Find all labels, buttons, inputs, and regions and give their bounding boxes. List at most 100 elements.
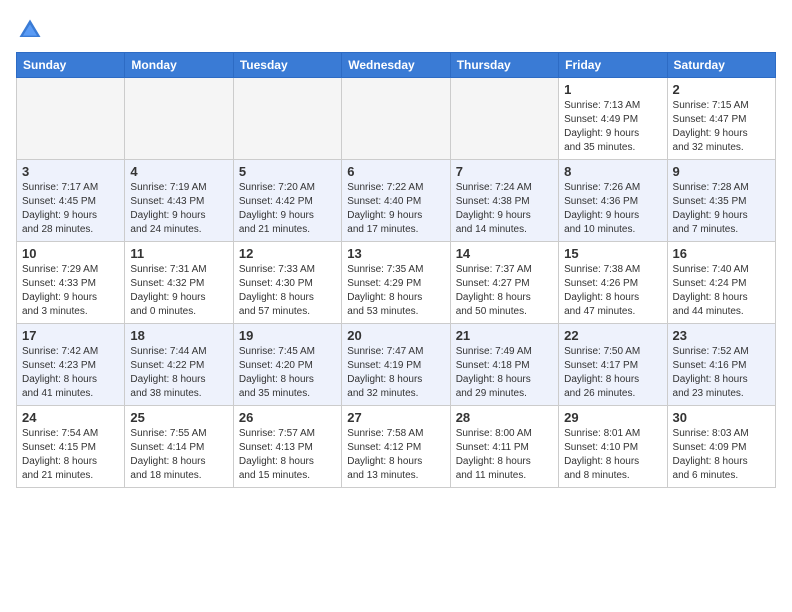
day-number: 11 bbox=[130, 246, 227, 261]
calendar-cell: 1 Sunrise: 7:13 AM Sunset: 4:49 PM Daylig… bbox=[559, 78, 667, 160]
day-info: Sunrise: 7:17 AM Sunset: 4:45 PM Dayligh… bbox=[22, 181, 119, 237]
weekday-header-tuesday: Tuesday bbox=[233, 53, 341, 78]
calendar-cell: 12 Sunrise: 7:33 AM Sunset: 4:30 PM Dayli… bbox=[233, 242, 341, 324]
calendar-week-row: 17Sunrise: 7:42 AM Sunset: 4:23 PM Dayli… bbox=[17, 324, 776, 406]
calendar-cell bbox=[450, 78, 558, 160]
day-info: Sunrise: 7:55 AM Sunset: 4:14 PM Dayligh… bbox=[130, 427, 227, 483]
calendar-cell: 6 Sunrise: 7:22 AM Sunset: 4:40 PM Daylig… bbox=[342, 160, 450, 242]
calendar-cell: 23 Sunrise: 7:52 AM Sunset: 4:16 PM Dayli… bbox=[667, 324, 775, 406]
day-info: Sunrise: 7:26 AM Sunset: 4:36 PM Dayligh… bbox=[564, 181, 661, 237]
calendar-cell: 2 Sunrise: 7:15 AM Sunset: 4:47 PM Daylig… bbox=[667, 78, 775, 160]
day-info: Sunrise: 7:38 AM Sunset: 4:26 PM Dayligh… bbox=[564, 263, 661, 319]
day-number: 18 bbox=[130, 328, 227, 343]
calendar-week-row: 24Sunrise: 7:54 AM Sunset: 4:15 PM Dayli… bbox=[17, 406, 776, 488]
calendar-cell: 17Sunrise: 7:42 AM Sunset: 4:23 PM Dayli… bbox=[17, 324, 125, 406]
calendar-cell: 24Sunrise: 7:54 AM Sunset: 4:15 PM Dayli… bbox=[17, 406, 125, 488]
weekday-header-sunday: Sunday bbox=[17, 53, 125, 78]
calendar-cell: 8 Sunrise: 7:26 AM Sunset: 4:36 PM Daylig… bbox=[559, 160, 667, 242]
day-info: Sunrise: 7:29 AM Sunset: 4:33 PM Dayligh… bbox=[22, 263, 119, 319]
day-info: Sunrise: 7:50 AM Sunset: 4:17 PM Dayligh… bbox=[564, 345, 661, 401]
weekday-header-monday: Monday bbox=[125, 53, 233, 78]
day-info: Sunrise: 7:58 AM Sunset: 4:12 PM Dayligh… bbox=[347, 427, 444, 483]
calendar-cell: 19Sunrise: 7:45 AM Sunset: 4:20 PM Dayli… bbox=[233, 324, 341, 406]
calendar-cell: 18 Sunrise: 7:44 AM Sunset: 4:22 PM Dayli… bbox=[125, 324, 233, 406]
calendar-table: SundayMondayTuesdayWednesdayThursdayFrid… bbox=[16, 52, 776, 488]
weekday-header-thursday: Thursday bbox=[450, 53, 558, 78]
day-number: 21 bbox=[456, 328, 553, 343]
day-number: 4 bbox=[130, 164, 227, 179]
day-number: 23 bbox=[673, 328, 770, 343]
day-number: 8 bbox=[564, 164, 661, 179]
day-info: Sunrise: 7:44 AM Sunset: 4:22 PM Dayligh… bbox=[130, 345, 227, 401]
day-number: 16 bbox=[673, 246, 770, 261]
day-info: Sunrise: 7:20 AM Sunset: 4:42 PM Dayligh… bbox=[239, 181, 336, 237]
calendar-cell: 29 Sunrise: 8:01 AM Sunset: 4:10 PM Dayli… bbox=[559, 406, 667, 488]
weekday-header-saturday: Saturday bbox=[667, 53, 775, 78]
day-info: Sunrise: 7:57 AM Sunset: 4:13 PM Dayligh… bbox=[239, 427, 336, 483]
day-info: Sunrise: 7:28 AM Sunset: 4:35 PM Dayligh… bbox=[673, 181, 770, 237]
day-info: Sunrise: 8:00 AM Sunset: 4:11 PM Dayligh… bbox=[456, 427, 553, 483]
day-number: 5 bbox=[239, 164, 336, 179]
calendar-week-row: 3Sunrise: 7:17 AM Sunset: 4:45 PM Daylig… bbox=[17, 160, 776, 242]
weekday-header-friday: Friday bbox=[559, 53, 667, 78]
day-number: 6 bbox=[347, 164, 444, 179]
day-info: Sunrise: 7:54 AM Sunset: 4:15 PM Dayligh… bbox=[22, 427, 119, 483]
day-number: 9 bbox=[673, 164, 770, 179]
calendar-cell: 21 Sunrise: 7:49 AM Sunset: 4:18 PM Dayli… bbox=[450, 324, 558, 406]
day-number: 29 bbox=[564, 410, 661, 425]
day-info: Sunrise: 8:01 AM Sunset: 4:10 PM Dayligh… bbox=[564, 427, 661, 483]
calendar-cell: 5 Sunrise: 7:20 AM Sunset: 4:42 PM Daylig… bbox=[233, 160, 341, 242]
day-info: Sunrise: 7:52 AM Sunset: 4:16 PM Dayligh… bbox=[673, 345, 770, 401]
day-info: Sunrise: 7:31 AM Sunset: 4:32 PM Dayligh… bbox=[130, 263, 227, 319]
calendar-cell: 28 Sunrise: 8:00 AM Sunset: 4:11 PM Dayli… bbox=[450, 406, 558, 488]
day-info: Sunrise: 7:13 AM Sunset: 4:49 PM Dayligh… bbox=[564, 99, 661, 155]
calendar-cell: 25 Sunrise: 7:55 AM Sunset: 4:14 PM Dayli… bbox=[125, 406, 233, 488]
day-number: 10 bbox=[22, 246, 119, 261]
calendar-cell bbox=[342, 78, 450, 160]
day-info: Sunrise: 7:47 AM Sunset: 4:19 PM Dayligh… bbox=[347, 345, 444, 401]
day-number: 20 bbox=[347, 328, 444, 343]
day-number: 19 bbox=[239, 328, 336, 343]
calendar-week-row: 1 Sunrise: 7:13 AM Sunset: 4:49 PM Daylig… bbox=[17, 78, 776, 160]
calendar-cell: 11 Sunrise: 7:31 AM Sunset: 4:32 PM Dayli… bbox=[125, 242, 233, 324]
day-info: Sunrise: 7:35 AM Sunset: 4:29 PM Dayligh… bbox=[347, 263, 444, 319]
day-info: Sunrise: 7:49 AM Sunset: 4:18 PM Dayligh… bbox=[456, 345, 553, 401]
day-number: 12 bbox=[239, 246, 336, 261]
calendar-cell: 9 Sunrise: 7:28 AM Sunset: 4:35 PM Daylig… bbox=[667, 160, 775, 242]
calendar-week-row: 10 Sunrise: 7:29 AM Sunset: 4:33 PM Dayli… bbox=[17, 242, 776, 324]
calendar-cell: 14 Sunrise: 7:37 AM Sunset: 4:27 PM Dayli… bbox=[450, 242, 558, 324]
day-info: Sunrise: 8:03 AM Sunset: 4:09 PM Dayligh… bbox=[673, 427, 770, 483]
day-info: Sunrise: 7:22 AM Sunset: 4:40 PM Dayligh… bbox=[347, 181, 444, 237]
day-number: 2 bbox=[673, 82, 770, 97]
day-number: 26 bbox=[239, 410, 336, 425]
calendar-cell: 7 Sunrise: 7:24 AM Sunset: 4:38 PM Daylig… bbox=[450, 160, 558, 242]
day-number: 30 bbox=[673, 410, 770, 425]
calendar-cell: 16 Sunrise: 7:40 AM Sunset: 4:24 PM Dayli… bbox=[667, 242, 775, 324]
day-info: Sunrise: 7:33 AM Sunset: 4:30 PM Dayligh… bbox=[239, 263, 336, 319]
calendar-cell: 20 Sunrise: 7:47 AM Sunset: 4:19 PM Dayli… bbox=[342, 324, 450, 406]
day-number: 22 bbox=[564, 328, 661, 343]
page-header bbox=[16, 16, 776, 44]
day-info: Sunrise: 7:24 AM Sunset: 4:38 PM Dayligh… bbox=[456, 181, 553, 237]
day-number: 28 bbox=[456, 410, 553, 425]
day-number: 17 bbox=[22, 328, 119, 343]
day-info: Sunrise: 7:15 AM Sunset: 4:47 PM Dayligh… bbox=[673, 99, 770, 155]
calendar-cell: 27 Sunrise: 7:58 AM Sunset: 4:12 PM Dayli… bbox=[342, 406, 450, 488]
calendar-cell: 10 Sunrise: 7:29 AM Sunset: 4:33 PM Dayli… bbox=[17, 242, 125, 324]
calendar-cell: 15 Sunrise: 7:38 AM Sunset: 4:26 PM Dayli… bbox=[559, 242, 667, 324]
calendar-cell: 26 Sunrise: 7:57 AM Sunset: 4:13 PM Dayli… bbox=[233, 406, 341, 488]
day-number: 14 bbox=[456, 246, 553, 261]
day-number: 7 bbox=[456, 164, 553, 179]
day-number: 27 bbox=[347, 410, 444, 425]
day-number: 15 bbox=[564, 246, 661, 261]
day-number: 1 bbox=[564, 82, 661, 97]
calendar-cell: 4Sunrise: 7:19 AM Sunset: 4:43 PM Daylig… bbox=[125, 160, 233, 242]
weekday-header-wednesday: Wednesday bbox=[342, 53, 450, 78]
calendar-cell: 13 Sunrise: 7:35 AM Sunset: 4:29 PM Dayli… bbox=[342, 242, 450, 324]
day-info: Sunrise: 7:40 AM Sunset: 4:24 PM Dayligh… bbox=[673, 263, 770, 319]
logo[interactable] bbox=[16, 16, 48, 44]
day-number: 25 bbox=[130, 410, 227, 425]
calendar-cell bbox=[125, 78, 233, 160]
day-number: 13 bbox=[347, 246, 444, 261]
day-info: Sunrise: 7:37 AM Sunset: 4:27 PM Dayligh… bbox=[456, 263, 553, 319]
